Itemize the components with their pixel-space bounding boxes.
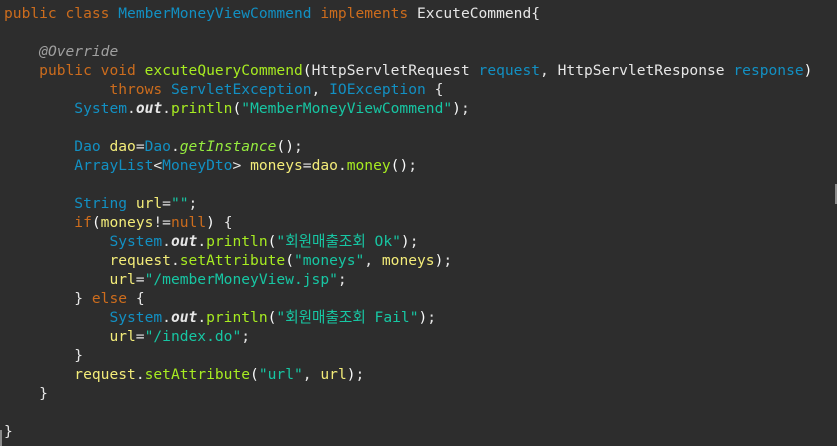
code-line: } <box>4 423 13 440</box>
code-line: Dao dao=Dao.getInstance(); <box>74 138 303 155</box>
code-line: System.out.println("MemberMoneyViewComme… <box>74 100 470 117</box>
code-line: public void excuteQueryCommend(HttpServl… <box>39 62 813 79</box>
code-line: request.setAttribute("moneys", moneys); <box>109 252 453 269</box>
code-line: } else { <box>74 290 145 307</box>
code-line: url="/index.do"; <box>109 328 251 345</box>
code-line: } <box>39 385 48 402</box>
gutter-marker <box>0 430 2 446</box>
code-line: String url=""; <box>74 195 198 212</box>
code-editor[interactable]: public class MemberMoneyViewCommend impl… <box>0 0 837 446</box>
code-line: System.out.println("회원매출조회 Fail"); <box>109 309 437 326</box>
code-line: public class MemberMoneyViewCommend impl… <box>4 5 541 22</box>
code-line: request.setAttribute("url", url); <box>74 366 365 383</box>
code-line: System.out.println("회원매출조회 Ok"); <box>109 233 419 250</box>
code-line: } <box>74 347 84 364</box>
code-line: url="/memberMoneyView.jsp"; <box>109 271 347 288</box>
code-lines: public class MemberMoneyViewCommend impl… <box>4 4 837 441</box>
code-line: ArrayList<MoneyDto> moneys=dao.money(); <box>74 157 418 174</box>
code-line: throws ServletException, IOException { <box>109 81 444 98</box>
code-line: @Override <box>39 43 119 60</box>
code-line: if(moneys!=null) { <box>74 214 233 231</box>
